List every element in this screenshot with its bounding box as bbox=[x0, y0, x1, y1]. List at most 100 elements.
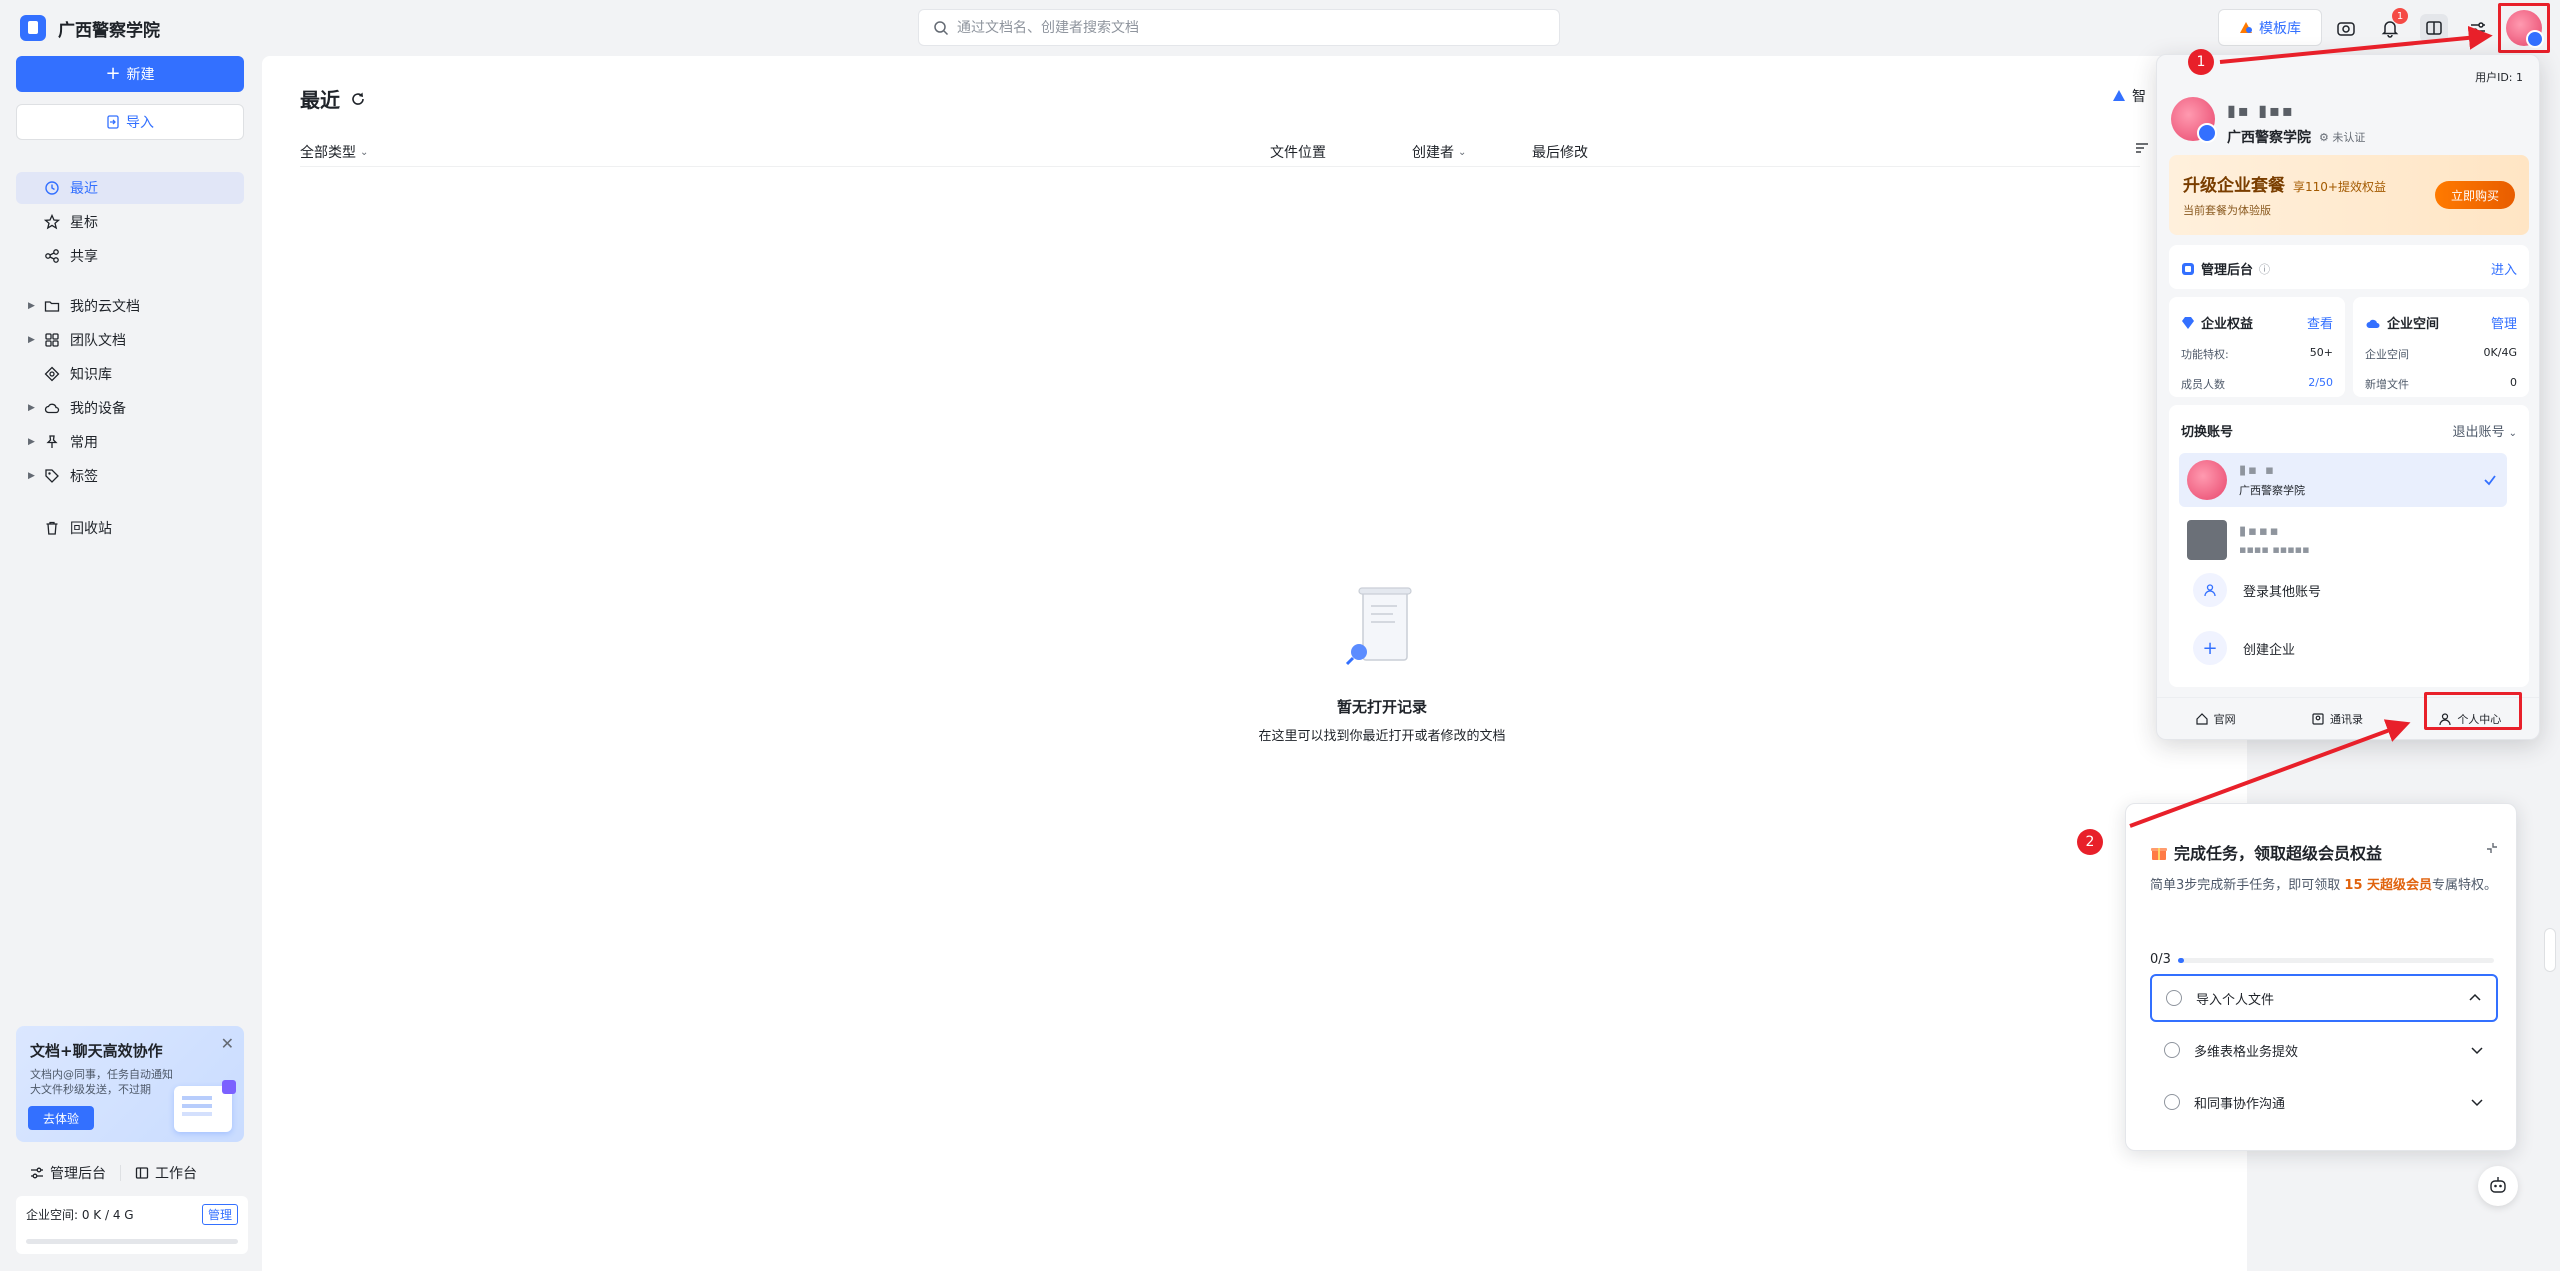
logout-dropdown[interactable]: 退出账号 ⌄ bbox=[2452, 421, 2517, 440]
task-desc-text: 简单3步完成新手任务，即可领取 bbox=[2150, 878, 2345, 893]
cloud-icon bbox=[42, 400, 62, 416]
collapse-icon[interactable] bbox=[2484, 840, 2500, 860]
filter-creator-dropdown[interactable]: 创建者 ⌄ bbox=[1412, 142, 1466, 162]
sidebar-item-label: 常用 bbox=[70, 435, 98, 451]
template-library-button[interactable]: 模板库 bbox=[2218, 9, 2322, 46]
admin-console-card[interactable]: 管理后台 ⓘ 进入 bbox=[2169, 245, 2529, 289]
smart-button-label: 智 bbox=[2132, 89, 2146, 105]
refresh-icon[interactable] bbox=[350, 91, 366, 107]
import-button[interactable]: 导入 bbox=[16, 104, 244, 140]
sidebar-item-team-docs[interactable]: ▶ 团队文档 bbox=[16, 324, 244, 356]
task-item[interactable]: 和同事协作沟通 bbox=[2150, 1078, 2498, 1126]
sidebar-item-label: 共享 bbox=[70, 249, 98, 265]
certification-label: 未认证 bbox=[2332, 131, 2366, 144]
expand-caret-icon[interactable]: ▶ bbox=[28, 403, 42, 413]
chevron-down-icon: ⌄ bbox=[2508, 428, 2517, 439]
radio-icon[interactable] bbox=[2166, 990, 2182, 1006]
promo-illustration bbox=[174, 1080, 236, 1132]
sidebar-item-label: 我的设备 bbox=[70, 401, 126, 417]
search-input[interactable] bbox=[957, 19, 1517, 36]
task-item[interactable]: 导入个人文件 bbox=[2150, 974, 2498, 1022]
list-filter-icon[interactable] bbox=[2134, 140, 2150, 160]
contacts-link[interactable]: 通讯录 bbox=[2311, 711, 2363, 727]
annotation-box-avatar bbox=[2498, 3, 2550, 53]
expand-caret-icon[interactable]: ▶ bbox=[28, 471, 42, 481]
notification-badge: 1 bbox=[2392, 8, 2408, 24]
chevron-down-icon bbox=[2471, 1047, 2483, 1055]
smart-button[interactable]: 智 bbox=[2112, 86, 2146, 106]
account-popup: 用户ID: 1 ▮▪ ▮▪▪ 广西警察学院 ⚙ 未认证 升级企业套餐 享110+… bbox=[2156, 54, 2540, 740]
popup-org-name: 广西警察学院 bbox=[2227, 130, 2311, 146]
login-other-account-button[interactable]: 登录其他账号 bbox=[2193, 573, 2321, 607]
page-title-text: 最近 bbox=[300, 88, 340, 112]
upgrade-title-text: 升级企业套餐 bbox=[2183, 176, 2285, 196]
sidebar-item-starred[interactable]: 星标 bbox=[16, 206, 244, 238]
enter-admin-link[interactable]: 进入 bbox=[2491, 259, 2517, 278]
camera-icon[interactable] bbox=[2332, 14, 2360, 42]
diamond-icon bbox=[2182, 316, 2194, 329]
account-row-current[interactable]: ▮▪ ▪ 广西警察学院 bbox=[2179, 453, 2507, 507]
admin-console-link[interactable]: 管理后台 bbox=[16, 1163, 120, 1183]
website-link[interactable]: 官网 bbox=[2195, 711, 2236, 727]
layout-toggle-icon[interactable] bbox=[2420, 14, 2448, 42]
website-label: 官网 bbox=[2213, 712, 2236, 726]
expand-caret-icon[interactable]: ▶ bbox=[28, 437, 42, 447]
task-item-label: 导入个人文件 bbox=[2196, 992, 2275, 1008]
sidebar-item-trash[interactable]: 回收站 bbox=[16, 512, 244, 544]
rights-value[interactable]: 2/50 bbox=[2308, 376, 2333, 392]
expand-caret-icon[interactable]: ▶ bbox=[28, 301, 42, 311]
annotation-box-personal-center bbox=[2424, 692, 2522, 730]
brand[interactable]: 广西警察学院 bbox=[20, 14, 160, 42]
view-rights-link[interactable]: 查看 bbox=[2307, 313, 2333, 332]
sidebar-item-my-cloud-docs[interactable]: ▶ 我的云文档 bbox=[16, 290, 244, 322]
settings-sliders-icon[interactable] bbox=[2464, 14, 2492, 42]
promo-try-button[interactable]: 去体验 bbox=[28, 1106, 94, 1130]
account-row-other[interactable]: ▮▪▪▪ ▪▪▪▪ ▪▪▪▪▪ bbox=[2179, 513, 2507, 567]
task-progress-fill bbox=[2178, 958, 2185, 963]
create-org-button[interactable]: + 创建企业 bbox=[2193, 631, 2295, 665]
certification-status[interactable]: ⚙ 未认证 bbox=[2319, 129, 2365, 145]
col-location: 文件位置 bbox=[1270, 142, 1326, 162]
sidebar-item-recent[interactable]: 最近 bbox=[16, 172, 244, 204]
expand-caret-icon[interactable]: ▶ bbox=[28, 335, 42, 345]
workbench-link[interactable]: 工作台 bbox=[121, 1163, 211, 1183]
annotation-marker-1: 1 bbox=[2188, 49, 2214, 75]
chevron-up-icon bbox=[2469, 993, 2481, 1001]
sidebar-item-knowledge-base[interactable]: 知识库 bbox=[16, 358, 244, 390]
search-box[interactable] bbox=[918, 9, 1560, 46]
sidebar-item-shared[interactable]: 共享 bbox=[16, 240, 244, 272]
radio-icon[interactable] bbox=[2164, 1042, 2180, 1058]
side-panel-handle[interactable] bbox=[2544, 928, 2556, 972]
notification-bell-icon[interactable]: 1 bbox=[2376, 8, 2408, 42]
user-id: 用户ID: 1 bbox=[2475, 71, 2523, 84]
close-icon[interactable]: ✕ bbox=[221, 1034, 234, 1053]
radio-icon[interactable] bbox=[2164, 1094, 2180, 1110]
storage-manage-button[interactable]: 管理 bbox=[201, 1204, 238, 1225]
folder-icon bbox=[42, 298, 62, 314]
rights-key: 功能特权: bbox=[2181, 348, 2229, 361]
popup-user-name: ▮▪ ▮▪▪ bbox=[2227, 101, 2295, 120]
rights-value: 50+ bbox=[2309, 346, 2333, 359]
contacts-icon bbox=[2312, 712, 2324, 725]
filter-type-dropdown[interactable]: 全部类型 ⌄ bbox=[300, 142, 368, 162]
search-icon bbox=[934, 20, 949, 35]
sidebar-item-frequent[interactable]: ▶ 常用 bbox=[16, 426, 244, 458]
enterprise-rights-title-text: 企业权益 bbox=[2201, 317, 2254, 332]
gift-icon bbox=[2151, 848, 2167, 860]
info-icon: ⓘ bbox=[2259, 262, 2271, 276]
upgrade-tag: 享110+提效权益 bbox=[2293, 180, 2386, 194]
chevron-down-icon: ⌄ bbox=[1458, 146, 1467, 158]
empty-subtitle: 在这里可以找到你最近打开或者修改的文档 bbox=[1258, 729, 1506, 744]
new-button[interactable]: + 新建 bbox=[16, 56, 244, 92]
admin-console-label: 管理后台 bbox=[50, 1166, 106, 1182]
sidebar-item-my-devices[interactable]: ▶ 我的设备 bbox=[16, 392, 244, 424]
sidebar-item-tags[interactable]: ▶ 标签 bbox=[16, 460, 244, 492]
create-org-label: 创建企业 bbox=[2243, 642, 2296, 658]
assistant-robot-icon[interactable] bbox=[2478, 1166, 2518, 1206]
buy-now-button[interactable]: 立即购买 bbox=[2435, 181, 2515, 209]
brand-name: 广西警察学院 bbox=[58, 20, 160, 41]
sidebar-item-label: 我的云文档 bbox=[70, 299, 140, 315]
task-item[interactable]: 多维表格业务提效 bbox=[2150, 1026, 2498, 1074]
home-icon bbox=[2196, 712, 2208, 725]
manage-space-link[interactable]: 管理 bbox=[2491, 313, 2517, 332]
